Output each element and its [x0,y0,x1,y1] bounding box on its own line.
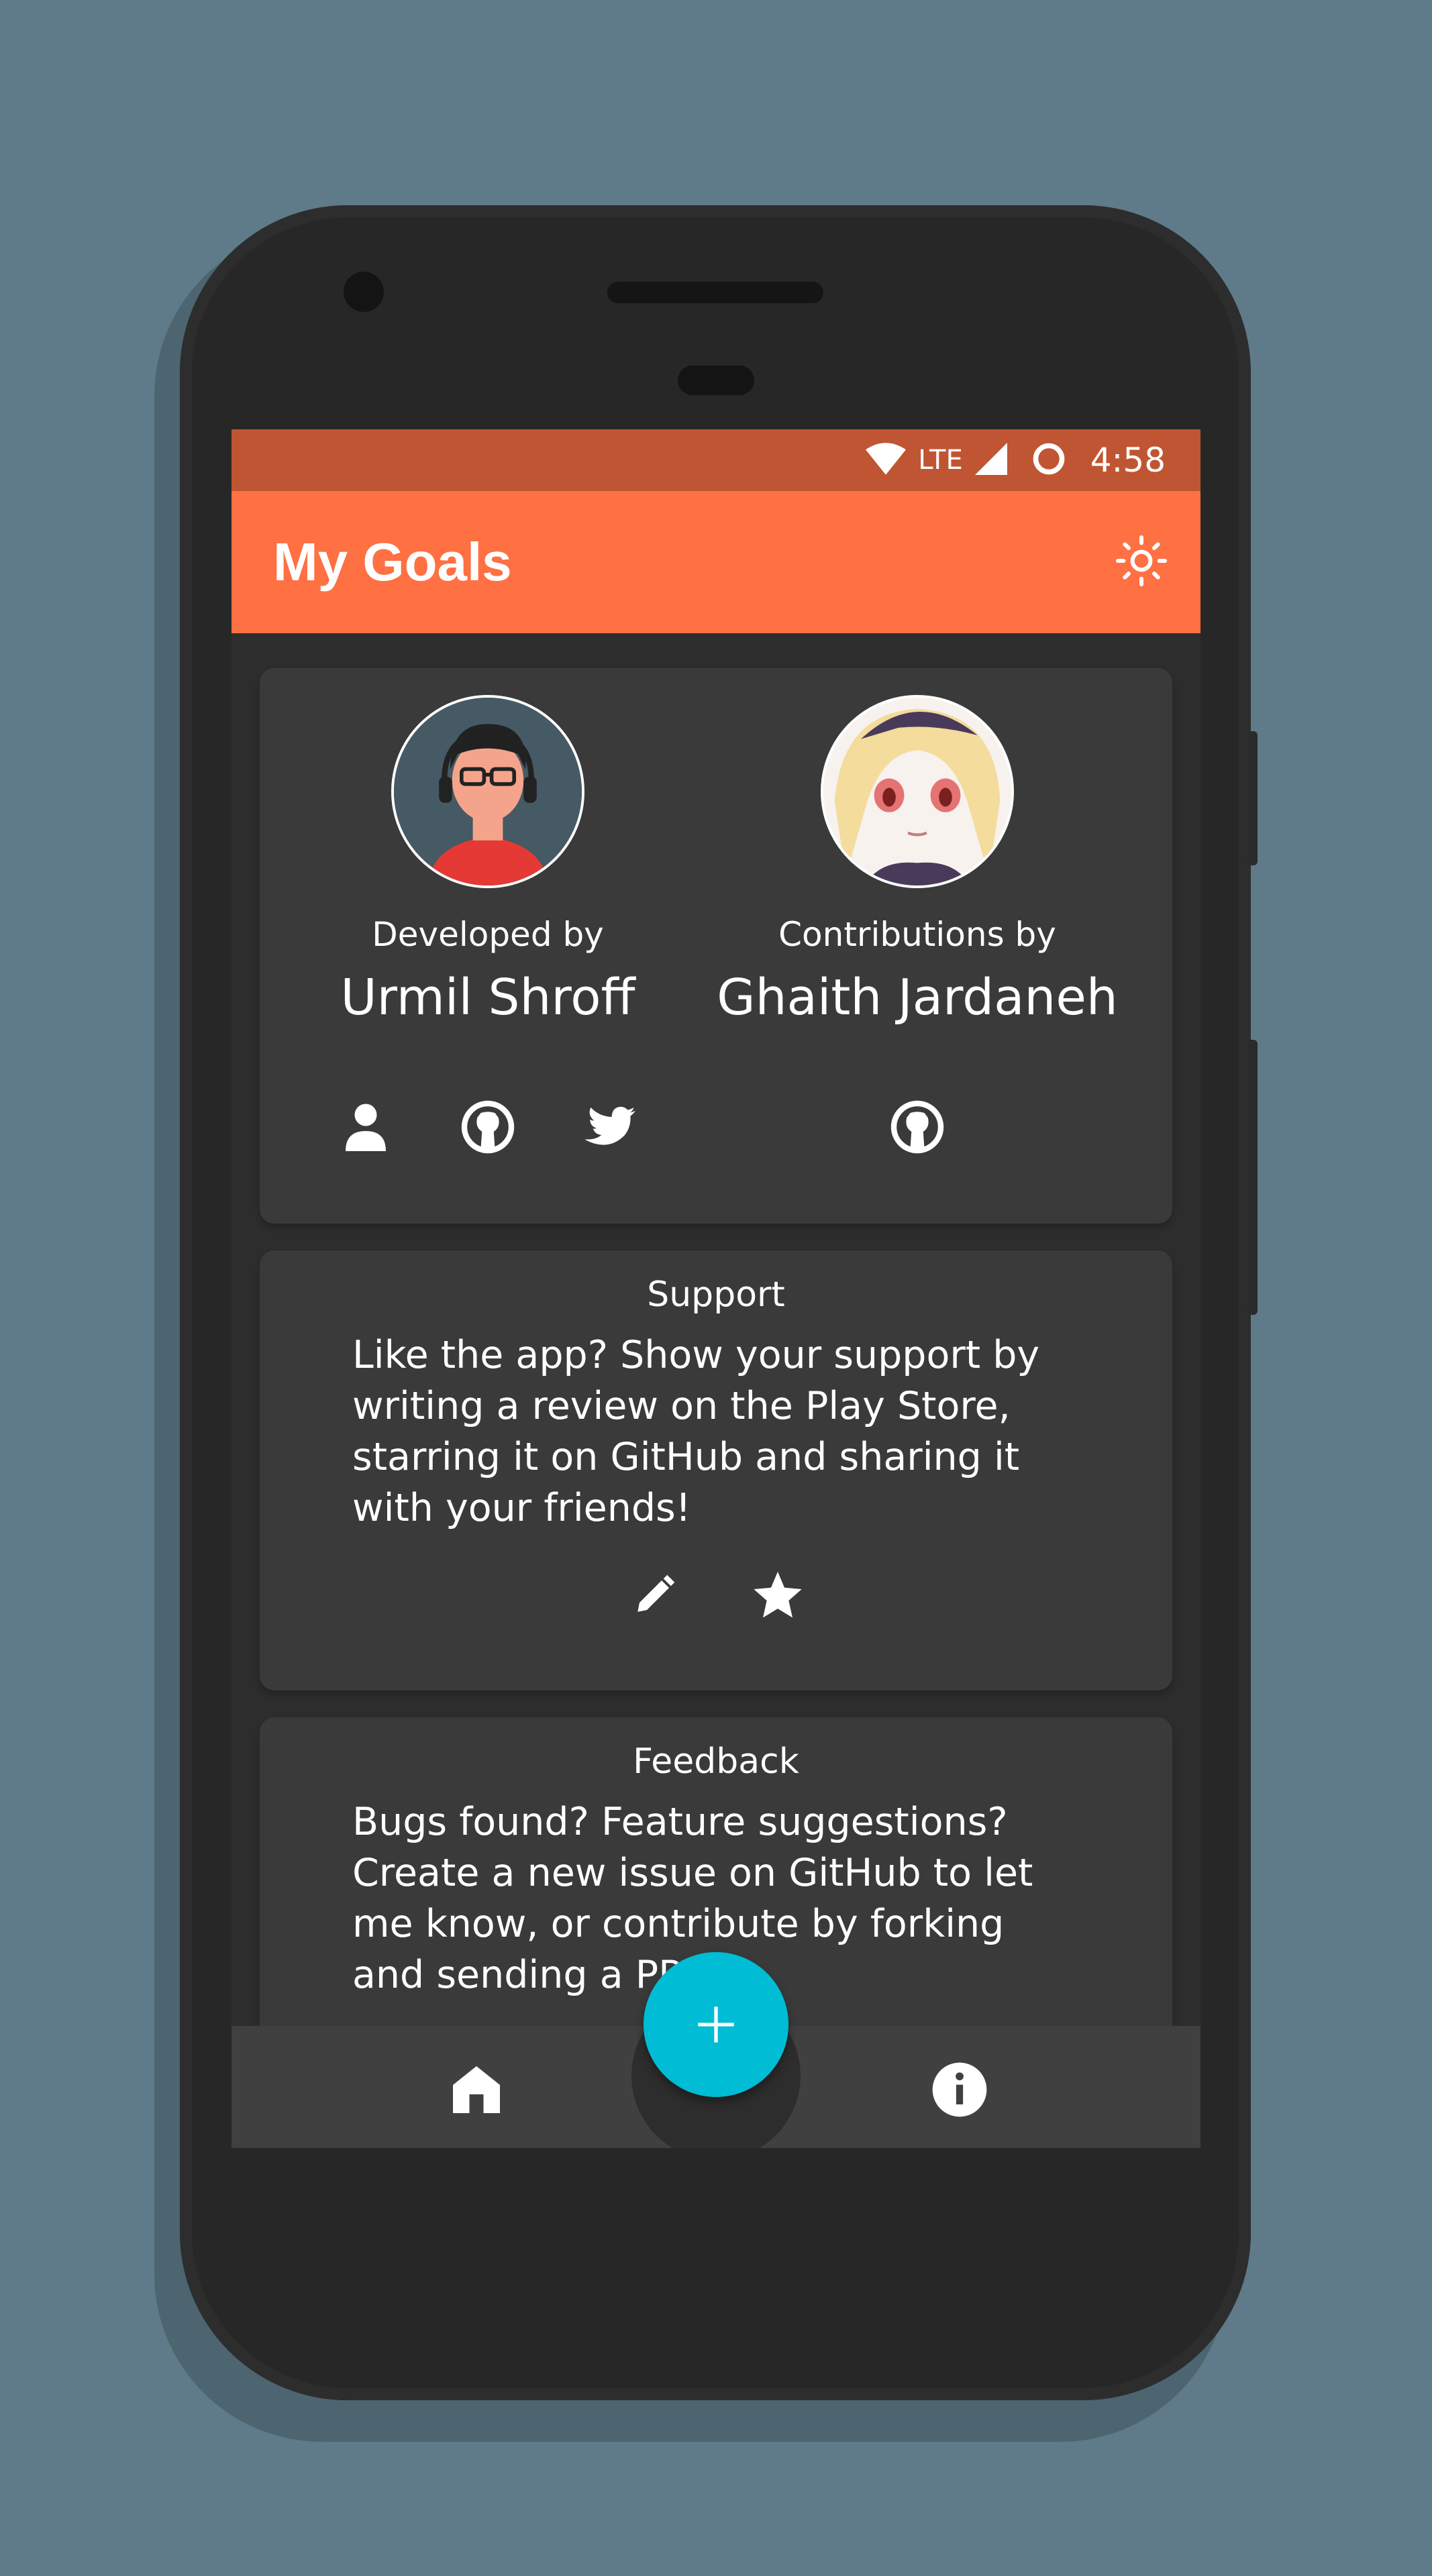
earpiece-speaker [607,282,823,303]
home-button[interactable] [443,2056,510,2123]
plus-icon [698,2006,734,2043]
support-text: Like the app? Show your support by writi… [352,1333,1040,1530]
star-icon[interactable] [744,1562,811,1629]
volume-button [1247,1040,1258,1315]
pencil-icon[interactable] [621,1562,688,1629]
contributor-avatar[interactable] [821,695,1014,888]
support-card: Support Like the app? Show your support … [260,1250,1172,1690]
info-icon [932,2062,987,2117]
info-button[interactable] [926,2056,993,2123]
battery-saver-icon [1031,441,1066,479]
brightness-icon[interactable] [1115,534,1168,590]
home-icon [453,2066,500,2113]
person-icon[interactable] [332,1093,399,1161]
status-bar: LTE 4:58 [232,429,1200,491]
developer-links [273,1093,703,1161]
app-screen: LTE 4:58 My Goals Developed by Urmil Shr… [232,429,1200,2148]
status-time: 4:58 [1090,441,1166,480]
twitter-icon[interactable] [576,1093,644,1161]
contributor-role: Contributions by [778,915,1056,954]
credits-card: Developed by Urmil Shroff Contributions … [260,668,1172,1224]
contributor-name: Ghaith Jardaneh [717,969,1118,1026]
github-icon[interactable] [884,1093,951,1161]
proximity-sensor [678,366,754,395]
contributor-section: Contributions by Ghaith Jardaneh [703,695,1132,1161]
app-bar: My Goals [232,491,1200,633]
developer-section: Developed by Urmil Shroff [273,695,703,1161]
support-title: Support [647,1275,785,1315]
front-camera [344,272,384,312]
developer-name: Urmil Shroff [340,969,635,1026]
cell-signal-icon [974,443,1007,478]
page-title: My Goals [273,532,512,592]
github-icon[interactable] [454,1093,521,1161]
support-actions [260,1562,1172,1629]
about-content: Developed by Urmil Shroff Contributions … [232,633,1200,2148]
network-type: LTE [918,445,963,476]
developer-role: Developed by [372,915,604,954]
wifi-icon [866,443,907,478]
feedback-title: Feedback [633,1741,799,1782]
add-goal-button[interactable] [644,1952,788,2097]
contributor-links [703,1093,1132,1161]
power-button [1247,731,1258,865]
developer-avatar[interactable] [391,695,584,888]
